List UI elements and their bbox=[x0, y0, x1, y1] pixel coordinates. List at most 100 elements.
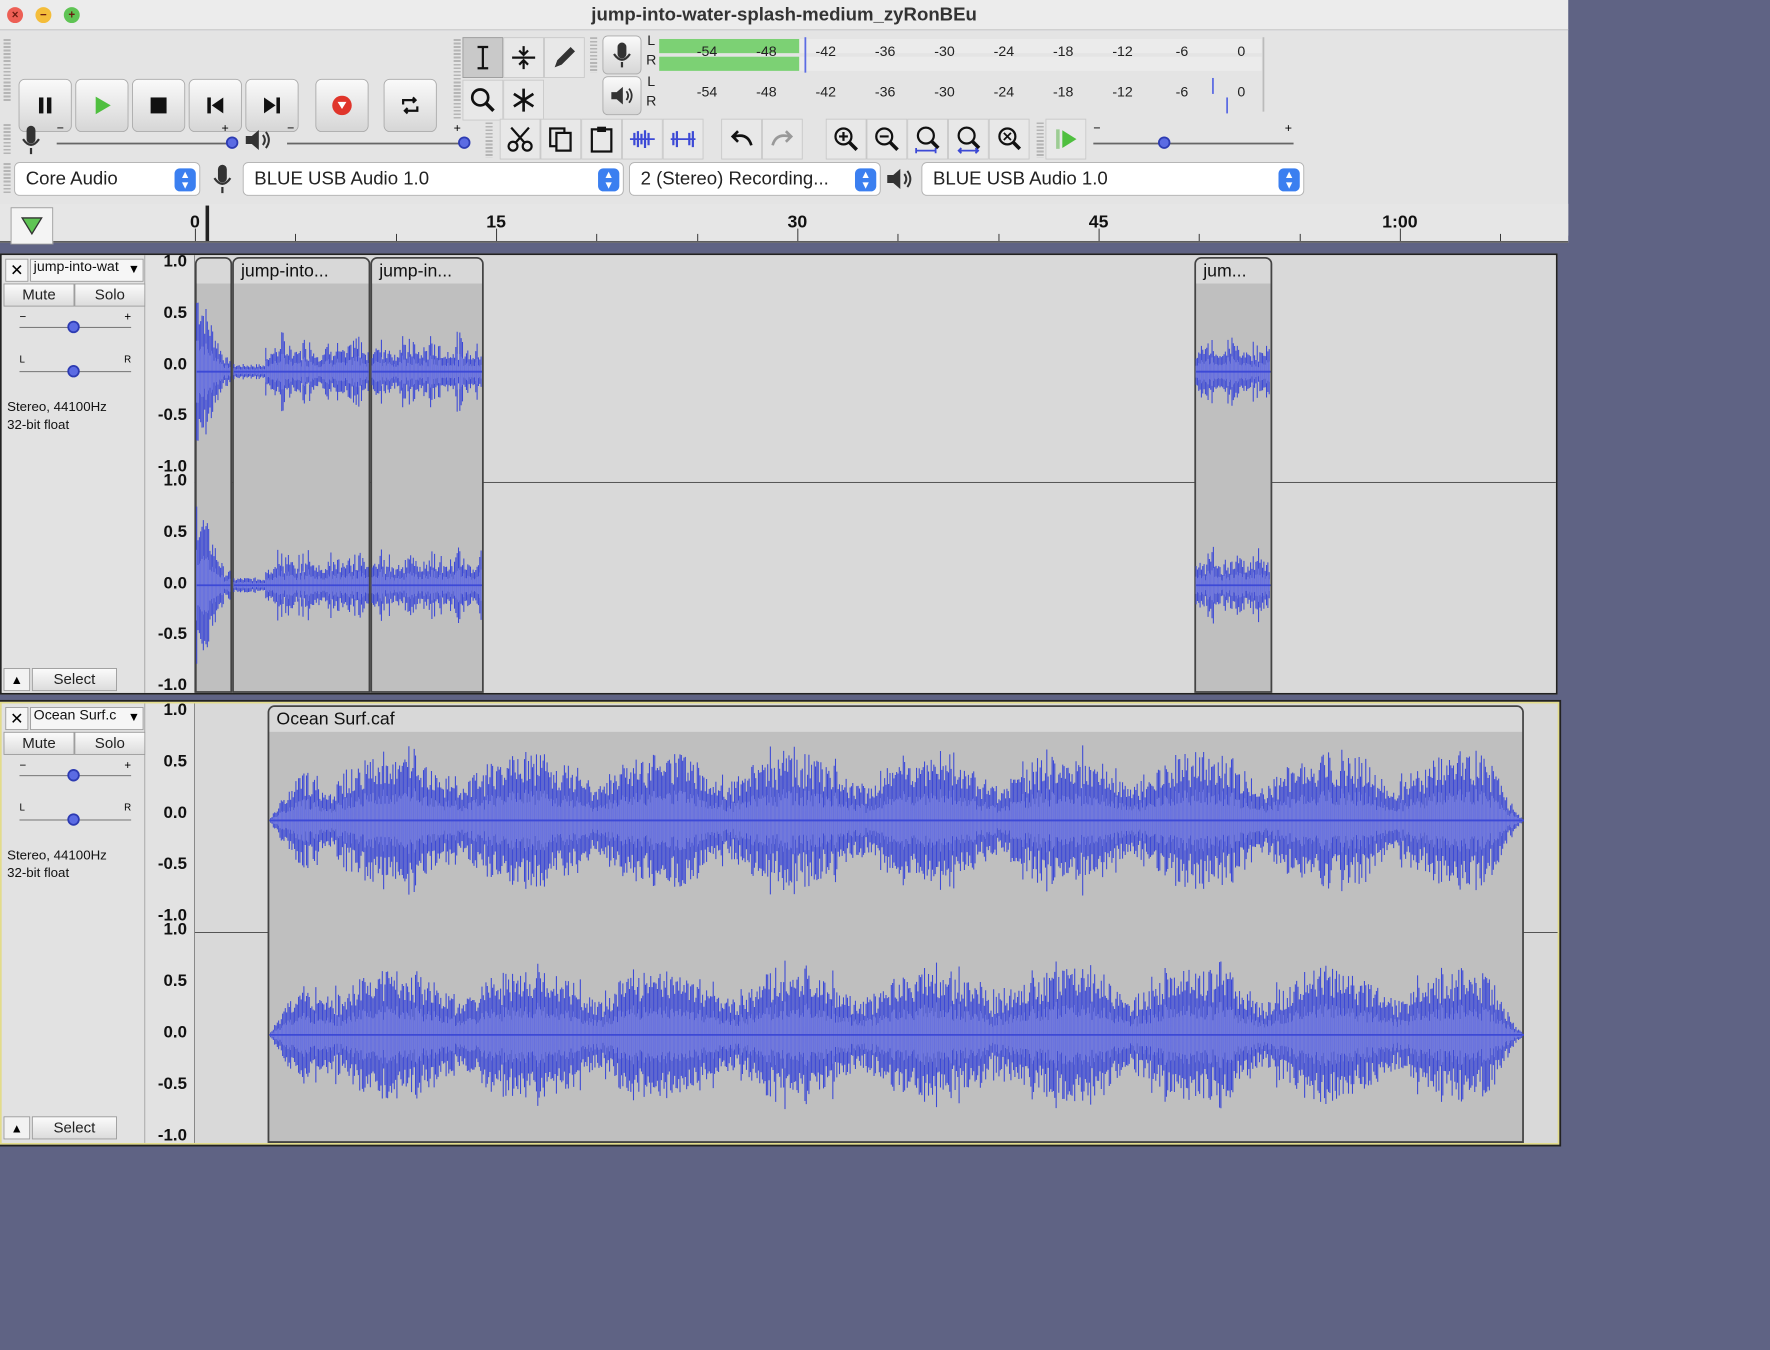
scale-label: 0.0 bbox=[163, 573, 187, 593]
toolbar-grip[interactable] bbox=[3, 163, 11, 195]
track-control-panel[interactable]: ✕ jump-into-wat ▼ Mute Solo − + LR Stereo,… bbox=[1, 255, 146, 693]
track-waveform-area[interactable]: jump-into... jump-in... jum... bbox=[194, 255, 1556, 693]
select-track-button[interactable]: Select bbox=[31, 668, 117, 692]
paste-button[interactable] bbox=[581, 118, 622, 160]
toolbar-grip[interactable] bbox=[590, 37, 598, 73]
playback-volume-slider[interactable]: − + bbox=[285, 120, 471, 157]
redo-button[interactable] bbox=[761, 118, 803, 160]
gain-slider[interactable]: − + bbox=[18, 758, 133, 788]
multi-tool[interactable] bbox=[503, 79, 545, 121]
timeline-ruler[interactable]: 0 15 30 45 1:00 bbox=[0, 203, 1569, 245]
slider-knob[interactable] bbox=[225, 136, 239, 149]
audio-track[interactable]: ✕ jump-into-wat ▼ Mute Solo − + LR Stereo,… bbox=[0, 253, 1558, 695]
audio-host-dropdown[interactable]: Core Audio ▲ ▼ bbox=[14, 162, 201, 196]
zoom-in-button[interactable] bbox=[825, 118, 867, 160]
playback-meter-button[interactable] bbox=[602, 76, 642, 116]
mute-button[interactable]: Mute bbox=[3, 731, 75, 755]
selection-tool[interactable] bbox=[462, 37, 504, 78]
slider-knob[interactable] bbox=[67, 365, 80, 378]
close-track-icon[interactable]: ✕ bbox=[5, 258, 29, 282]
copy-button[interactable] bbox=[540, 118, 582, 160]
audio-track[interactable]: ✕ Ocean Surf.c ▼ Mute Solo − + LR Stereo, … bbox=[0, 699, 1562, 1147]
playback-speed-slider[interactable]: − + bbox=[1092, 120, 1296, 157]
collapse-track-icon[interactable]: ▲ bbox=[3, 668, 31, 692]
minimize-window-icon[interactable]: − bbox=[35, 7, 52, 24]
triangle-down-icon bbox=[20, 217, 43, 236]
microphone-icon bbox=[213, 164, 232, 194]
ruler-tick bbox=[998, 233, 1000, 241]
gain-slider[interactable]: − + bbox=[18, 310, 133, 340]
ruler-tick bbox=[897, 233, 899, 241]
recording-device-dropdown[interactable]: BLUE USB Audio 1.0 ▲ ▼ bbox=[242, 162, 624, 196]
timeline-options-button[interactable] bbox=[10, 207, 54, 245]
zoom-out-button[interactable] bbox=[866, 118, 908, 160]
recording-meter[interactable]: L R -54 -48 -42 -36 -30 -24 -18 -12 -6 0 bbox=[645, 34, 1266, 73]
pan-slider[interactable]: LR bbox=[18, 354, 133, 384]
mute-button[interactable]: Mute bbox=[3, 283, 75, 307]
close-window-icon[interactable]: × bbox=[7, 7, 24, 24]
toolbar-grip[interactable] bbox=[485, 122, 493, 158]
recording-channels-dropdown[interactable]: 2 (Stereo) Recording... ▲ ▼ bbox=[629, 162, 881, 196]
track-waveform-area[interactable]: Ocean Surf.caf bbox=[194, 703, 1558, 1143]
track-menu-button[interactable]: Ocean Surf.c ▼ bbox=[30, 707, 144, 731]
slider-knob[interactable] bbox=[67, 769, 80, 782]
solo-button[interactable]: Solo bbox=[74, 283, 146, 307]
zoom-toggle-button[interactable] bbox=[988, 118, 1030, 160]
fit-selection-button[interactable] bbox=[907, 118, 949, 160]
trim-audio-icon bbox=[629, 130, 655, 148]
track-menu-button[interactable]: jump-into-wat ▼ bbox=[30, 258, 144, 282]
meter-bar-left bbox=[659, 38, 1262, 54]
zoom-window-icon[interactable]: + bbox=[63, 7, 80, 24]
close-track-icon[interactable]: ✕ bbox=[5, 707, 29, 731]
vertical-scale[interactable]: 1.0 0.5 0.0 -0.5 -1.0 1.0 0.5 0.0 -0.5 -1.0 bbox=[145, 253, 195, 695]
solo-button[interactable]: Solo bbox=[74, 731, 146, 755]
meter-tick-label: -48 bbox=[756, 44, 777, 60]
slider-knob[interactable] bbox=[67, 813, 80, 826]
meter-tick-label: -12 bbox=[1112, 44, 1133, 60]
zoom-fit-icon bbox=[957, 126, 981, 154]
envelope-tool[interactable] bbox=[503, 37, 545, 78]
cut-button[interactable] bbox=[499, 118, 541, 160]
playback-meter[interactable]: L R -54 -48 -42 -36 -30 -24 -18 -12 -6 0 bbox=[645, 74, 1266, 114]
track-sample-format: 32-bit float bbox=[7, 865, 70, 881]
playhead[interactable] bbox=[205, 205, 210, 241]
recording-volume-slider[interactable]: − + bbox=[55, 120, 241, 157]
select-track-button[interactable]: Select bbox=[31, 1116, 117, 1140]
toolbar-grip[interactable] bbox=[3, 38, 11, 102]
slider-knob[interactable] bbox=[67, 320, 80, 334]
recording-volume-icon bbox=[22, 125, 40, 155]
undo-button[interactable] bbox=[721, 118, 762, 160]
meter-level-right bbox=[659, 56, 800, 71]
track-sample-rate: Stereo, 44100Hz bbox=[7, 847, 107, 863]
toolbar-grip[interactable] bbox=[1036, 122, 1044, 158]
undo-icon bbox=[730, 130, 753, 146]
microphone-icon bbox=[613, 42, 631, 68]
pencil-icon bbox=[554, 46, 576, 68]
toolbar-grip[interactable] bbox=[453, 38, 461, 119]
scale-label: 0.0 bbox=[163, 1023, 187, 1042]
scale-label: 0.0 bbox=[163, 354, 187, 374]
toolbar-grip[interactable] bbox=[3, 124, 11, 156]
slider-max-label: + bbox=[453, 120, 461, 135]
silence-button[interactable] bbox=[662, 118, 704, 160]
playback-device-dropdown[interactable]: BLUE USB Audio 1.0 ▲ ▼ bbox=[921, 162, 1305, 196]
fit-project-button[interactable] bbox=[948, 118, 989, 160]
draw-tool[interactable] bbox=[544, 37, 585, 78]
zoom-tool[interactable] bbox=[462, 79, 504, 121]
collapse-track-icon[interactable]: ▲ bbox=[3, 1116, 31, 1140]
slider-knob[interactable] bbox=[1158, 136, 1171, 149]
scale-label: -0.5 bbox=[157, 406, 187, 425]
vertical-scale[interactable]: 1.0 0.5 0.0 -0.5 -1.0 1.0 0.5 0.0 -0.5 -1.0 bbox=[145, 701, 195, 1145]
record-meter-button[interactable] bbox=[602, 35, 642, 75]
slider-knob[interactable] bbox=[458, 136, 471, 149]
pause-icon bbox=[38, 97, 52, 114]
ruler-tick bbox=[1299, 233, 1301, 241]
trim-button[interactable] bbox=[621, 118, 663, 160]
meter-tick-label: -42 bbox=[815, 44, 836, 60]
pan-slider[interactable]: LR bbox=[18, 803, 133, 833]
track-control-panel[interactable]: ✕ Ocean Surf.c ▼ Mute Solo − + LR Stereo, … bbox=[1, 703, 146, 1143]
speaker-icon bbox=[887, 168, 912, 190]
gain-min-label: − bbox=[19, 758, 27, 772]
play-at-speed-button[interactable] bbox=[1045, 118, 1087, 160]
waveform bbox=[269, 745, 1524, 1110]
